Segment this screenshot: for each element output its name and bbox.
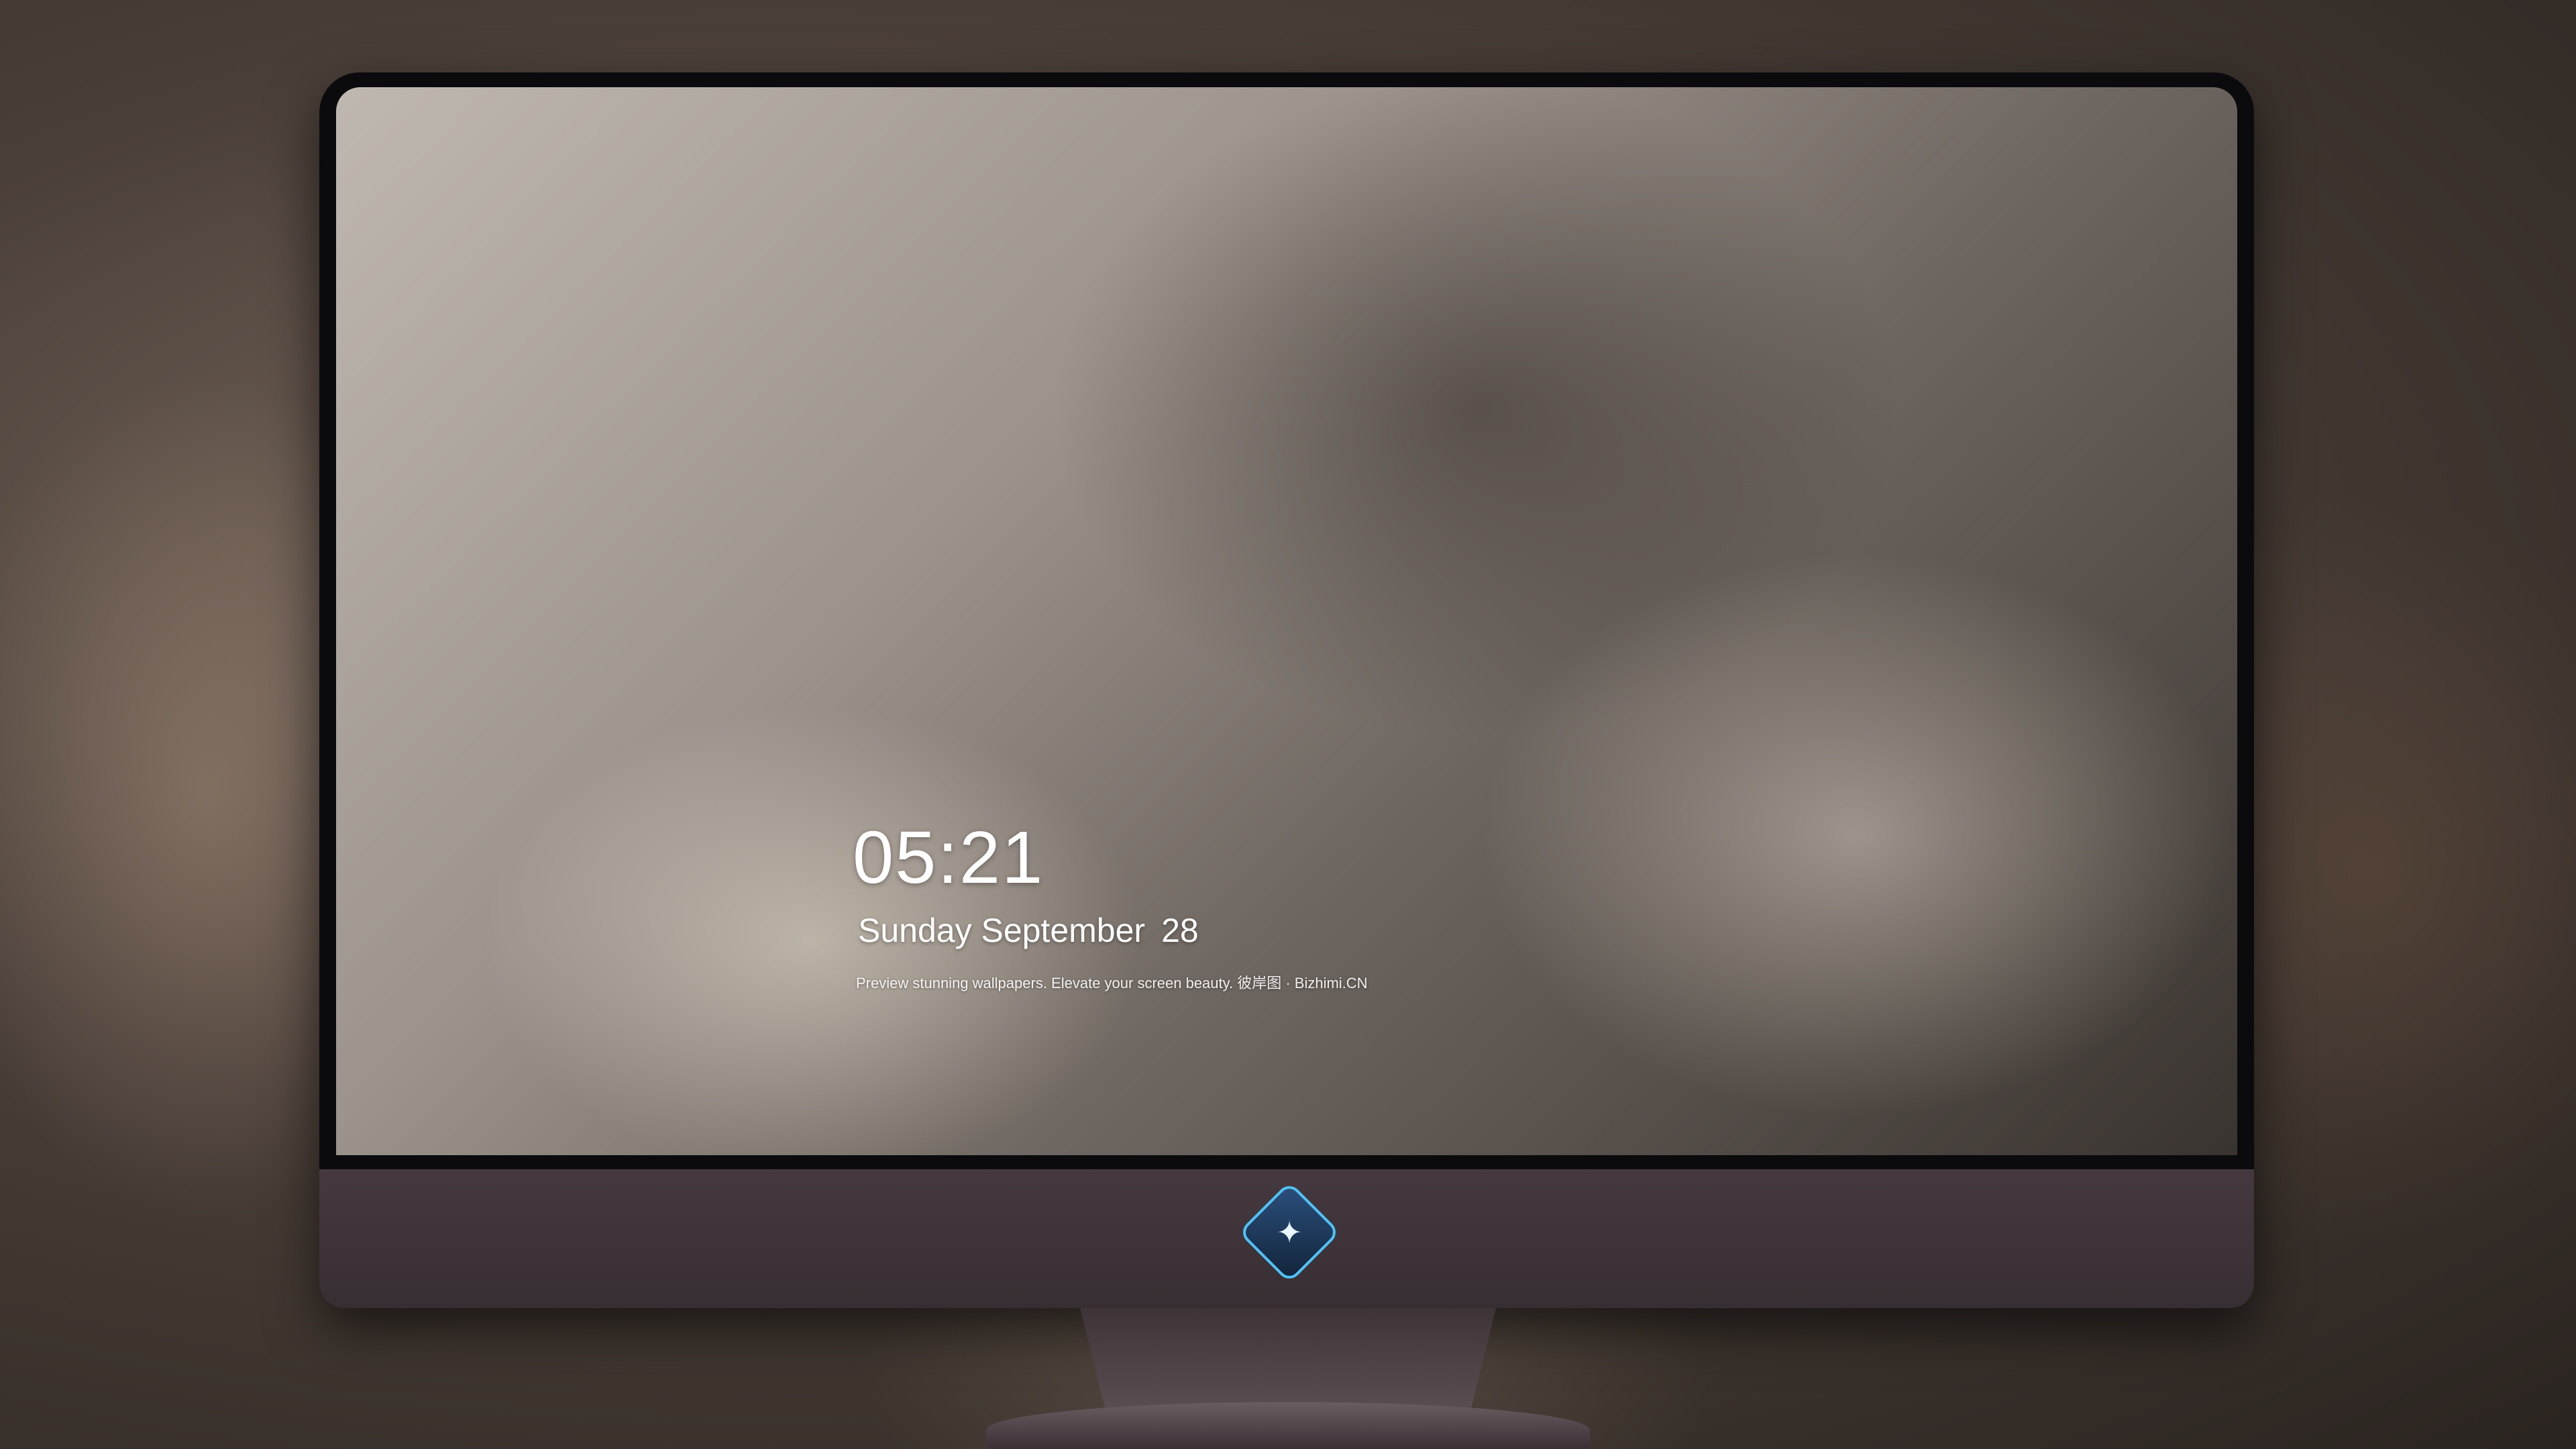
date-day: 28 bbox=[1161, 912, 1199, 949]
screen: 05:21 Sunday September 28 Preview stunnin… bbox=[336, 87, 2237, 1155]
wallpaper bbox=[336, 87, 2237, 1155]
monitor-stand-neck bbox=[1080, 1308, 1496, 1409]
monitor: 05:21 Sunday September 28 Preview stunnin… bbox=[319, 72, 2254, 1308]
lockscreen-time: 05:21 bbox=[853, 816, 1044, 899]
date-weekday-month: Sunday September bbox=[858, 912, 1146, 949]
wallpaper-tagline: Preview stunning wallpapers. Elevate you… bbox=[856, 975, 1368, 991]
lockscreen-date: Sunday September 28 bbox=[858, 911, 1199, 950]
